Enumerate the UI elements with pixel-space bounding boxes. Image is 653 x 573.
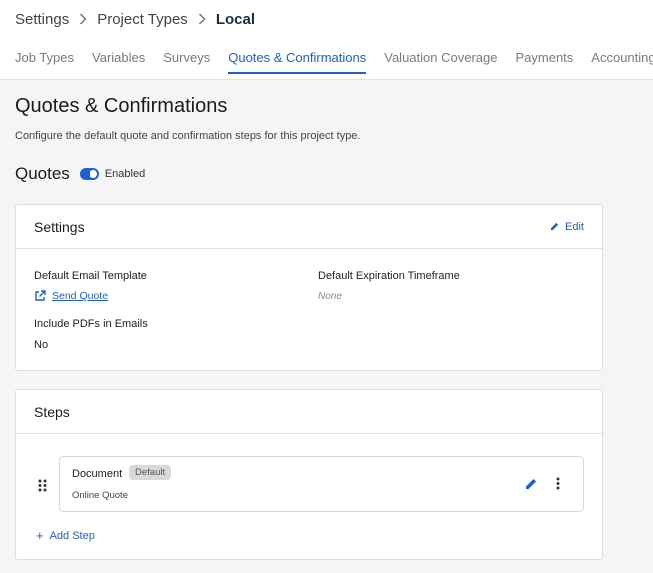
tab-valuation-coverage[interactable]: Valuation Coverage xyxy=(384,50,497,74)
plus-icon: + xyxy=(36,528,44,543)
send-quote-link-text: Send Quote xyxy=(52,290,109,302)
edit-step-button[interactable] xyxy=(525,477,537,495)
page-description: Configure the default quote and confirma… xyxy=(15,130,361,142)
toggle-label: Enabled xyxy=(104,168,146,180)
tab-accounting[interactable]: Accounting xyxy=(591,50,653,74)
default-expiration-label: Default Expiration Timeframe xyxy=(318,270,460,282)
external-link-icon xyxy=(35,290,46,301)
tab-bar: Job Types Variables Surveys Quotes & Con… xyxy=(15,50,653,74)
edit-settings-button[interactable]: Edit xyxy=(550,221,584,233)
more-options-button[interactable] xyxy=(556,477,560,495)
tab-quotes-confirmations[interactable]: Quotes & Confirmations xyxy=(228,50,367,74)
tab-surveys[interactable]: Surveys xyxy=(163,50,210,74)
chevron-right-icon xyxy=(79,12,87,28)
more-vertical-icon xyxy=(556,477,560,490)
settings-card: Settings Edit Default Email Template Sen… xyxy=(15,204,603,371)
chevron-right-icon xyxy=(198,12,206,28)
pencil-icon xyxy=(550,222,559,231)
breadcrumb-settings[interactable]: Settings xyxy=(15,11,69,28)
step-name: Document xyxy=(72,468,123,480)
top-bar: Settings Project Types Local Job Types V… xyxy=(0,0,653,80)
steps-card-title: Steps xyxy=(34,403,70,420)
settings-card-title: Settings xyxy=(34,218,85,235)
breadcrumb-current: Local xyxy=(215,11,255,28)
tab-variables[interactable]: Variables xyxy=(92,50,145,74)
include-pdfs-value: No xyxy=(34,339,49,351)
steps-card-header: Steps xyxy=(16,390,602,434)
quotes-title: Quotes xyxy=(15,164,70,183)
default-badge: Default xyxy=(129,465,172,480)
step-subtitle: Online Quote xyxy=(72,490,128,501)
quotes-enabled-toggle[interactable] xyxy=(79,168,99,180)
pencil-icon xyxy=(526,479,536,489)
add-step-button[interactable]: + Add Step xyxy=(36,528,95,543)
tab-payments[interactable]: Payments xyxy=(515,50,573,74)
quotes-section-header: Quotes Enabled xyxy=(15,164,145,184)
tab-job-types[interactable]: Job Types xyxy=(15,50,74,74)
default-email-template-label: Default Email Template xyxy=(34,270,147,282)
default-expiration-value: None xyxy=(318,291,342,302)
add-step-label: Add Step xyxy=(49,529,95,542)
page-title: Quotes & Confirmations xyxy=(15,95,228,117)
settings-card-header: Settings Edit xyxy=(16,205,602,249)
step-item: Document Default Online Quote xyxy=(59,456,584,512)
breadcrumb-project-types[interactable]: Project Types xyxy=(97,11,188,28)
include-pdfs-label: Include PDFs in Emails xyxy=(34,318,148,330)
edit-label: Edit xyxy=(565,220,584,233)
drag-handle-icon[interactable] xyxy=(38,479,47,497)
send-quote-link[interactable]: Send Quote xyxy=(34,290,108,302)
steps-card: Steps Document Default Online Quote + Ad… xyxy=(15,389,603,560)
breadcrumb: Settings Project Types Local xyxy=(15,11,255,28)
